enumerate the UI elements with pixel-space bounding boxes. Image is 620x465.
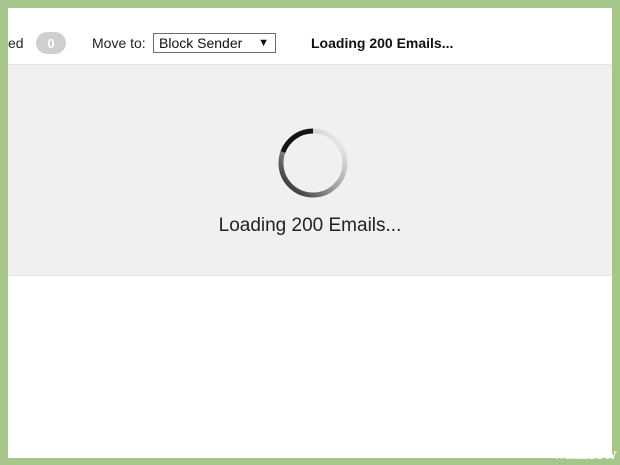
toolbar: ed 0 Move to: Block Sender ▼ Loading 200…: [8, 24, 612, 62]
loading-status-text: Loading 200 Emails...: [218, 215, 402, 236]
app-window: ed 0 Move to: Block Sender ▼ Loading 200…: [8, 8, 612, 458]
move-to-select[interactable]: Block Sender ▼: [153, 33, 276, 53]
loading-panel: Loading 200 Emails...: [8, 64, 612, 276]
wikihow-watermark: wikiHow: [553, 447, 616, 463]
move-to-selected-value: Block Sender: [159, 35, 243, 51]
move-to-label: Move to:: [92, 35, 146, 51]
truncated-label: ed: [8, 35, 24, 51]
count-badge: 0: [36, 32, 66, 54]
triangle-down-icon: ▼: [258, 37, 269, 49]
toolbar-status-text: Loading 200 Emails...: [311, 35, 454, 51]
loading-spinner-icon: [278, 128, 348, 198]
